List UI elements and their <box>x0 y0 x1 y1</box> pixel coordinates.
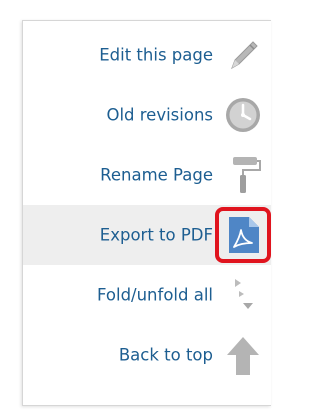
edit-page-item[interactable]: Edit this page <box>23 25 271 85</box>
clock-icon <box>223 95 263 135</box>
export-pdf-item[interactable]: Export to PDF <box>23 205 271 265</box>
up-arrow-icon <box>223 335 263 375</box>
old-revisions-item[interactable]: Old revisions <box>23 85 271 145</box>
edit-page-label: Edit this page <box>99 45 213 65</box>
pencil-icon <box>223 35 263 75</box>
fold-unfold-item[interactable]: Fold/unfold all <box>23 265 271 325</box>
page-tools-menu: Edit this page Old revisions Rename Page <box>22 20 271 406</box>
fold-unfold-label: Fold/unfold all <box>96 285 213 305</box>
rename-page-item[interactable]: Rename Page <box>23 145 271 205</box>
rename-page-label: Rename Page <box>100 165 213 185</box>
back-to-top-item[interactable]: Back to top <box>23 325 271 385</box>
back-to-top-label: Back to top <box>118 345 213 365</box>
annotation-highlight-box <box>215 207 271 263</box>
fold-arrows-icon <box>223 275 263 315</box>
export-pdf-label: Export to PDF <box>99 225 213 245</box>
paint-roller-icon <box>223 155 263 195</box>
old-revisions-label: Old revisions <box>106 105 213 125</box>
